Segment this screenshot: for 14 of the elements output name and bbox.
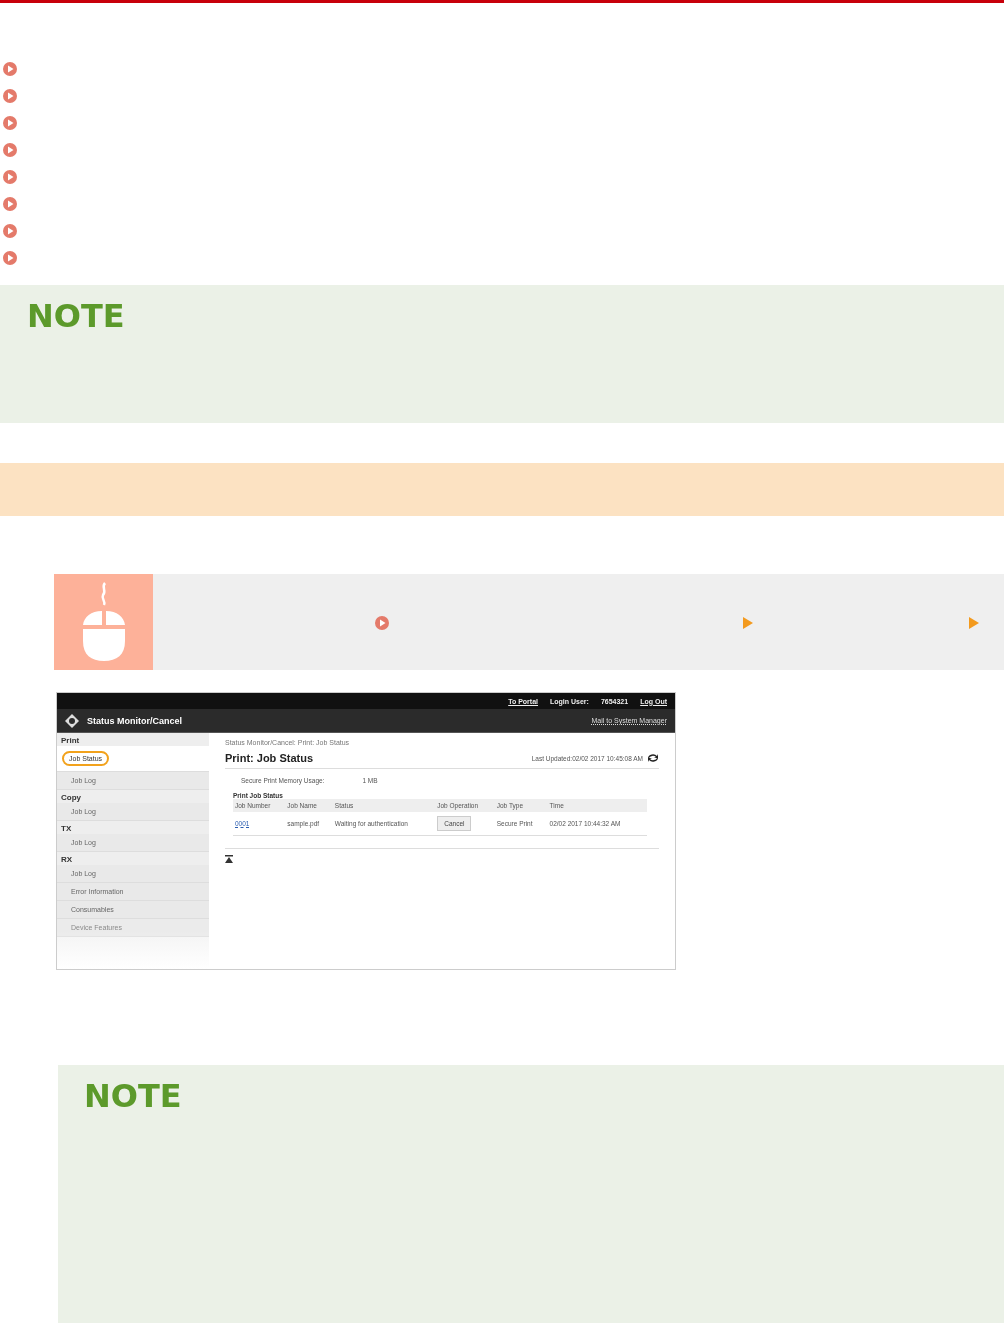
sidebar-heading: Copy — [60, 792, 82, 803]
logo-icon — [65, 713, 79, 728]
note-heading: NOTE — [27, 297, 126, 335]
page-heading: Print: Job Status — [225, 752, 314, 764]
mouse-icon — [80, 581, 127, 663]
arrow-icon — [969, 617, 979, 629]
sidebar-heading: RX — [60, 854, 74, 865]
sidebar-heading: Print — [60, 735, 81, 746]
arrow-icon — [743, 617, 753, 629]
scroll-top-icon[interactable] — [225, 855, 233, 863]
sidebar-heading: TX — [60, 823, 73, 834]
app-title: Status Monitor/Cancel — [87, 715, 183, 726]
note-heading: NOTE — [84, 1077, 183, 1115]
refresh-icon[interactable] — [647, 753, 659, 763]
